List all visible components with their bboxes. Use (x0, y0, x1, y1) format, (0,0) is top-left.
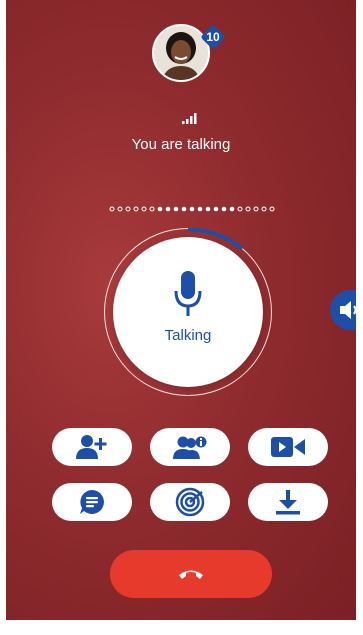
talk-button[interactable]: Talking (113, 237, 263, 387)
participants-info-icon (173, 436, 207, 459)
speaker-button[interactable] (330, 290, 356, 330)
download-button[interactable] (248, 483, 328, 521)
signal-strength-icon (182, 113, 197, 124)
add-user-icon (76, 435, 107, 459)
bottom-margin (0, 620, 363, 635)
end-call-button[interactable] (110, 550, 272, 598)
radar-button[interactable] (150, 483, 230, 521)
call-screen: 10 You are talking Talking (6, 0, 356, 635)
download-icon (276, 490, 300, 515)
chat-icon (80, 490, 104, 514)
notification-count: 10 (206, 30, 220, 44)
video-camera-icon (271, 437, 305, 457)
add-participant-button[interactable] (52, 428, 132, 466)
call-status-text: You are talking (131, 136, 231, 153)
microphone-icon (174, 271, 202, 316)
chat-button[interactable] (52, 483, 132, 521)
audio-level-indicator (109, 206, 275, 212)
hang-up-icon (179, 570, 203, 579)
talk-label: Talking (164, 327, 212, 344)
radar-icon (175, 487, 205, 517)
video-button[interactable] (248, 428, 328, 466)
participants-info-button[interactable] (150, 428, 230, 466)
speaker-icon (340, 301, 356, 319)
